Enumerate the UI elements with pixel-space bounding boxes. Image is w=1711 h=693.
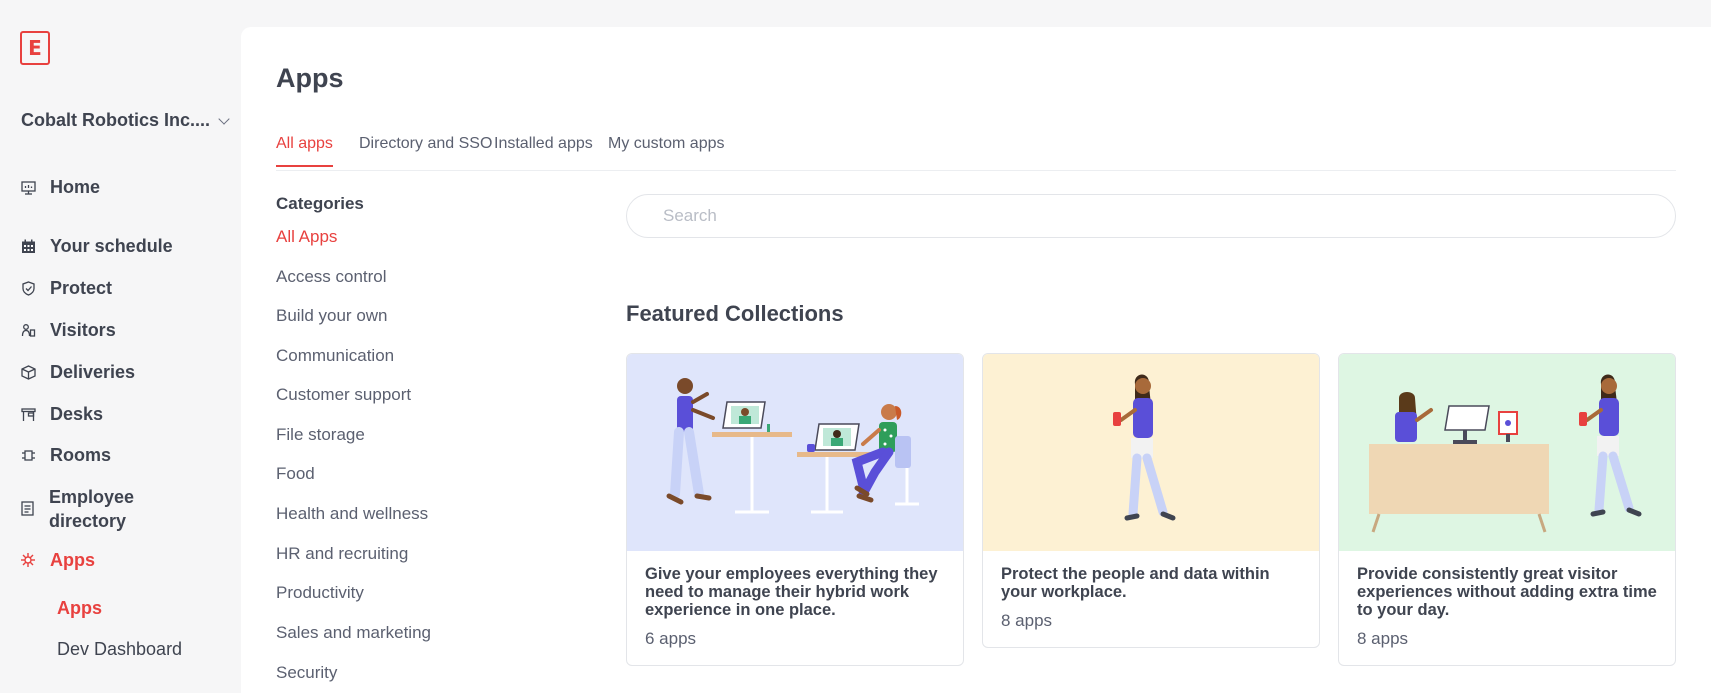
sidebar-item-visitors[interactable]: Visitors	[20, 320, 116, 341]
category-communication[interactable]: Communication	[276, 346, 394, 366]
calendar-icon	[20, 238, 36, 254]
category-health-and-wellness[interactable]: Health and wellness	[276, 504, 428, 524]
category-productivity[interactable]: Productivity	[276, 583, 364, 603]
tab-my-custom-apps[interactable]: My custom apps	[608, 135, 724, 165]
hybrid-work-illustration	[627, 354, 963, 551]
sidebar-item-label: Visitors	[50, 320, 116, 340]
tab-bar: All apps Directory and SSO Installed app…	[276, 135, 1676, 171]
collection-card-visitors[interactable]: Provide consistently great visitor exper…	[1338, 353, 1676, 666]
tab-installed-apps[interactable]: Installed apps	[494, 135, 593, 165]
sidebar-item-label: Deliveries	[50, 362, 136, 382]
visitor-experience-illustration	[1339, 354, 1675, 551]
sidebar-item-protect[interactable]: Protect	[20, 278, 112, 299]
category-security[interactable]: Security	[276, 663, 337, 683]
sidebar-item-label: Protect	[50, 278, 113, 298]
featured-collections-heading: Featured Collections	[626, 301, 844, 326]
sidebar-item-employee-directory[interactable]: Employee directory	[20, 485, 200, 533]
package-icon	[20, 364, 36, 380]
category-food[interactable]: Food	[276, 464, 315, 484]
sidebar-subitem-dev-dashboard[interactable]: Dev Dashboard	[57, 639, 182, 660]
category-build-your-own[interactable]: Build your own	[276, 306, 388, 326]
sidebar-item-label: Your schedule	[50, 236, 173, 256]
org-switcher[interactable]: Cobalt Robotics Inc....	[21, 110, 230, 131]
collection-card-title: Protect the people and data within your …	[1001, 565, 1270, 601]
search-input[interactable]	[626, 194, 1676, 238]
collection-card-title: Provide consistently great visitor exper…	[1357, 565, 1657, 619]
sidebar-item-label: Desks	[50, 404, 104, 424]
apps-icon	[20, 552, 36, 568]
chevron-down-icon	[218, 112, 230, 125]
directory-icon	[20, 500, 35, 516]
home-icon	[20, 179, 36, 195]
sidebar-item-deliveries[interactable]: Deliveries	[20, 362, 135, 383]
category-hr-and-recruiting[interactable]: HR and recruiting	[276, 544, 408, 564]
categories-heading: Categories	[276, 194, 364, 213]
page-title: Apps	[276, 63, 344, 93]
tab-all-apps[interactable]: All apps	[276, 135, 333, 167]
sidebar-item-label: Employee directory	[49, 487, 135, 531]
sidebar-item-label: Apps	[50, 550, 95, 570]
collection-card-count: 8 apps	[1357, 629, 1409, 648]
tab-directory-and-sso[interactable]: Directory and SSO	[359, 135, 492, 165]
collection-card-title: Give your employees everything they need…	[645, 565, 938, 619]
sidebar-item-desks[interactable]: Desks	[20, 404, 103, 425]
category-all-apps[interactable]: All Apps	[276, 227, 337, 247]
collection-card-count: 8 apps	[1001, 611, 1053, 630]
visitors-icon	[20, 322, 36, 338]
category-customer-support[interactable]: Customer support	[276, 385, 411, 405]
desk-icon	[20, 406, 36, 422]
sidebar-item-rooms[interactable]: Rooms	[20, 445, 111, 466]
category-file-storage[interactable]: File storage	[276, 425, 365, 445]
room-icon	[20, 447, 36, 463]
category-sales-and-marketing[interactable]: Sales and marketing	[276, 623, 431, 643]
shield-icon	[20, 280, 36, 296]
sidebar: E Cobalt Robotics Inc.... Home Your sche…	[0, 0, 240, 693]
org-name: Cobalt Robotics Inc....	[21, 110, 211, 130]
protect-illustration	[983, 354, 1319, 551]
envoy-logo[interactable]: E	[20, 31, 50, 65]
sidebar-item-apps[interactable]: Apps	[20, 550, 95, 571]
collection-card-hybrid-work[interactable]: Give your employees everything they need…	[626, 353, 964, 666]
sidebar-item-label: Home	[50, 177, 101, 197]
collection-card-protect[interactable]: Protect the people and data within your …	[982, 353, 1320, 648]
logo-letter: E	[28, 36, 42, 60]
sidebar-subitem-apps[interactable]: Apps	[57, 598, 102, 619]
sidebar-item-label: Rooms	[50, 445, 112, 465]
category-access-control[interactable]: Access control	[276, 267, 387, 287]
main-panel: Apps All apps Directory and SSO Installe…	[241, 27, 1711, 693]
sidebar-item-your-schedule[interactable]: Your schedule	[20, 236, 173, 257]
sidebar-item-home[interactable]: Home	[20, 177, 100, 198]
collection-card-count: 6 apps	[645, 629, 697, 648]
